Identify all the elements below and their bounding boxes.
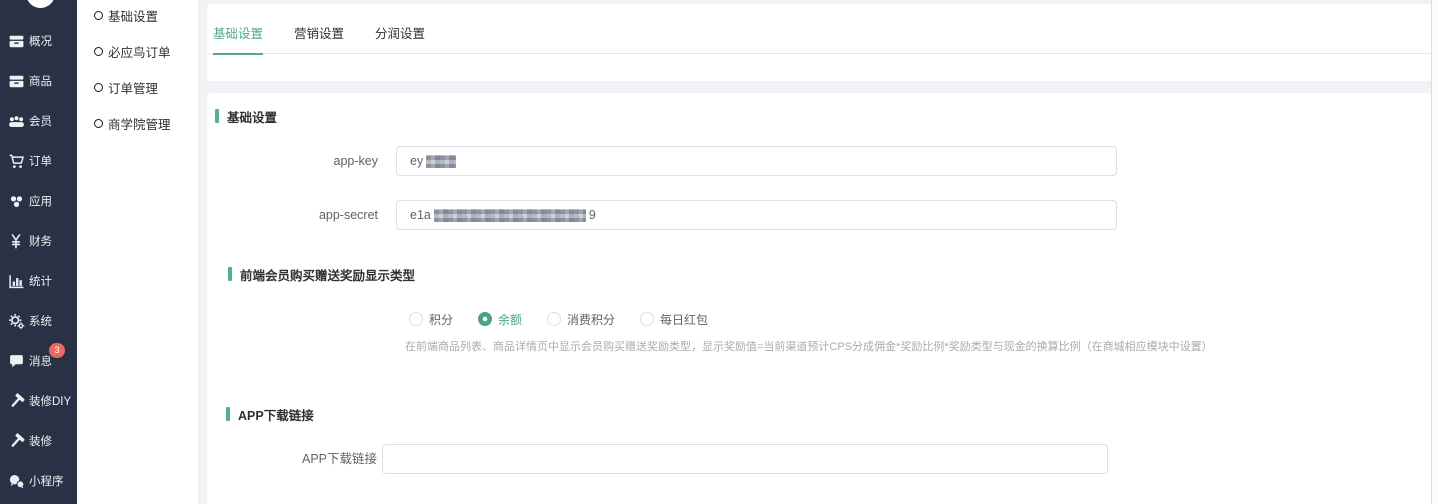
messages-icon: [8, 353, 25, 370]
section-header-basic-settings: 基础设置: [215, 108, 277, 124]
submenu-item-label: 必应鸟订单: [108, 42, 171, 61]
miniprogram-icon: [8, 473, 25, 490]
app-secret-value-prefix: e1a: [410, 208, 431, 222]
radio-icon: [409, 312, 423, 326]
section-title: 基础设置: [227, 107, 277, 126]
radio-daily-redpacket[interactable]: 每日红包: [640, 305, 708, 333]
avatar[interactable]: [26, 0, 55, 8]
section-title: APP下载链接: [238, 405, 314, 424]
apps-icon: [8, 193, 25, 210]
sidebar-item-label: 财务: [29, 233, 52, 249]
tab-basic-settings[interactable]: 基础设置: [213, 14, 263, 54]
sidebar-item-label: 订单: [29, 153, 52, 169]
main-nav: 概况 商品 会员 订单: [0, 21, 77, 501]
sidebar-item-label: 消息: [29, 353, 52, 369]
radio-checked-icon: [478, 312, 492, 326]
sidebar-item-decorate-diy[interactable]: 装修DIY: [0, 381, 77, 421]
goods-icon: [8, 73, 25, 90]
secondary-nav: 基础设置 必应鸟订单 订单管理 商学院管理: [77, 0, 198, 141]
radio-consume-points[interactable]: 消费积分: [547, 305, 615, 333]
sidebar-item-finance[interactable]: 财务: [0, 221, 77, 261]
sidebar-item-label: 系统: [29, 313, 52, 329]
sidebar-item-system[interactable]: 系统: [0, 301, 77, 341]
sidebar-item-goods[interactable]: 商品: [0, 61, 77, 101]
system-icon: [8, 313, 25, 330]
sidebar-item-label: 概况: [29, 33, 52, 49]
settings-form-card: 基础设置 app-key ey app-secret e1a 9 前端会员购买赠…: [207, 93, 1432, 504]
app-secret-input[interactable]: e1a 9: [396, 200, 1117, 230]
decorate-icon: [8, 433, 25, 450]
reward-help-text: 在前端商品列表、商品详情页中显示会员购买赠送奖励类型，显示奖励值=当前渠道预计C…: [405, 338, 1213, 354]
circle-icon: [94, 119, 103, 128]
statistics-icon: [8, 273, 25, 290]
section-bar: [215, 109, 219, 123]
decorate-diy-icon: [8, 393, 25, 410]
sidebar-item-miniprogram[interactable]: 小程序: [0, 461, 77, 501]
submenu-item-order-management[interactable]: 订单管理: [77, 69, 198, 105]
finance-icon: [8, 233, 25, 250]
secondary-sidebar: 基础设置 必应鸟订单 订单管理 商学院管理: [77, 0, 198, 504]
orders-icon: [8, 153, 25, 170]
scrollbar[interactable]: [1432, 0, 1438, 504]
app-secret-value-suffix: 9: [589, 208, 596, 222]
tab-bar: 基础设置 营销设置 分润设置: [207, 14, 1432, 54]
section-bar: [226, 407, 230, 421]
sidebar-item-messages[interactable]: 消息: [0, 341, 77, 381]
sidebar-item-label: 会员: [29, 113, 52, 129]
submenu-item-label: 基础设置: [108, 6, 158, 25]
radio-label: 积分: [429, 311, 453, 328]
main-sidebar: 概况 商品 会员 订单: [0, 0, 77, 504]
circle-icon: [94, 11, 103, 20]
sidebar-item-label: 应用: [29, 193, 52, 209]
radio-icon: [640, 312, 654, 326]
submenu-item-label: 订单管理: [108, 78, 158, 97]
radio-label: 每日红包: [660, 311, 708, 328]
sidebar-item-label: 统计: [29, 273, 52, 289]
tab-profit-settings[interactable]: 分润设置: [375, 14, 425, 54]
tab-marketing-settings[interactable]: 营销设置: [294, 14, 344, 54]
radio-label: 消费积分: [567, 311, 615, 328]
masked-value: [426, 155, 456, 168]
radio-points[interactable]: 积分: [409, 305, 453, 333]
circle-icon: [94, 47, 103, 56]
app-secret-label: app-secret: [207, 200, 378, 230]
submenu-item-label: 商学院管理: [108, 114, 171, 133]
sidebar-item-label: 装修DIY: [29, 393, 71, 409]
masked-value: [434, 209, 586, 222]
members-icon: [8, 113, 25, 130]
sidebar-item-statistics[interactable]: 统计: [0, 261, 77, 301]
sidebar-item-decorate[interactable]: 装修: [0, 421, 77, 461]
sidebar-item-apps[interactable]: 应用: [0, 181, 77, 221]
radio-balance[interactable]: 余额: [478, 305, 522, 333]
submenu-item-basic-settings[interactable]: 基础设置: [77, 0, 198, 33]
section-title: 前端会员购买赠送奖励显示类型: [240, 265, 415, 284]
app-key-label: app-key: [207, 146, 378, 176]
sidebar-item-label: 商品: [29, 73, 52, 89]
circle-icon: [94, 83, 103, 92]
section-bar: [228, 267, 232, 281]
sidebar-item-label: 装修: [29, 433, 52, 449]
submenu-item-academy-management[interactable]: 商学院管理: [77, 105, 198, 141]
sidebar-item-members[interactable]: 会员: [0, 101, 77, 141]
radio-icon: [547, 312, 561, 326]
tabs-card: 基础设置 营销设置 分润设置: [207, 4, 1432, 81]
section-header-app-download: APP下载链接: [226, 406, 314, 422]
submenu-item-bird-orders[interactable]: 必应鸟订单: [77, 33, 198, 69]
message-count-badge: 3: [49, 343, 65, 358]
sidebar-item-label: 小程序: [29, 473, 64, 489]
app-key-input[interactable]: ey: [396, 146, 1117, 176]
section-header-reward-display-type: 前端会员购买赠送奖励显示类型: [228, 266, 415, 282]
app-download-link-input[interactable]: [382, 444, 1108, 474]
sidebar-item-overview[interactable]: 概况: [0, 21, 77, 61]
sidebar-item-orders[interactable]: 订单: [0, 141, 77, 181]
app-key-value: ey: [410, 154, 423, 168]
app-download-link-label: APP下载链接: [207, 444, 377, 474]
overview-icon: [8, 33, 25, 50]
radio-label: 余额: [498, 311, 522, 328]
